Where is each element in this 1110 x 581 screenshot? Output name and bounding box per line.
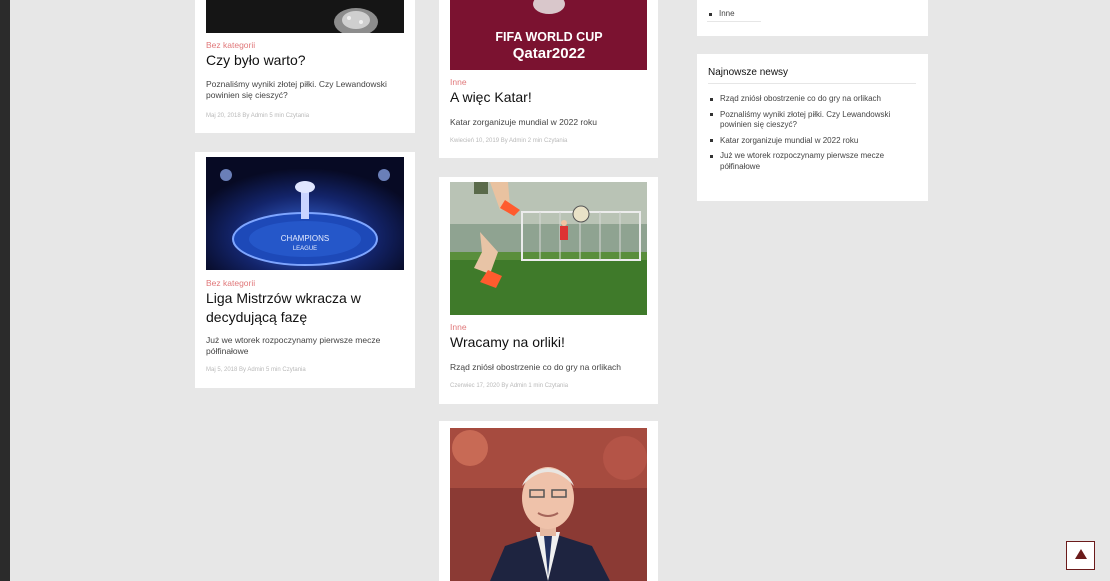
post-thumbnail[interactable]: FIFA WORLD CUP Qatar2022 (450, 0, 647, 70)
divider (708, 83, 916, 84)
post-thumbnail[interactable] (450, 182, 647, 315)
post-meta: Czerwiec 17, 2020 By Admin 1 min Czytani… (450, 383, 569, 389)
post-thumbnail[interactable] (450, 428, 647, 581)
image-caption: CHAMPIONS (281, 234, 329, 243)
latest-news-widget: Najnowsze newsy Rząd zniósł obostrzenie … (697, 54, 928, 201)
image-caption: LEAGUE (293, 246, 317, 252)
post-card: CHAMPIONS LEAGUE Bez kategorii Liga Mist… (195, 152, 415, 388)
post-category[interactable]: Bez kategorii (206, 278, 255, 288)
post-thumbnail[interactable] (206, 0, 404, 33)
post-category[interactable]: Bez kategorii (206, 40, 255, 50)
post-thumbnail[interactable]: CHAMPIONS LEAGUE (206, 157, 404, 270)
widget-title: Najnowsze newsy (708, 67, 789, 78)
latest-news-item[interactable]: Katar zorganizuje mundial w 2022 roku (708, 136, 918, 147)
post-card: Bez kategorii Czy było warto? Poznaliśmy… (195, 0, 415, 133)
post-category[interactable]: Inne (450, 77, 467, 87)
latest-news-item[interactable]: Rząd zniósł obostrzenie co do gry na orl… (708, 94, 918, 105)
post-excerpt: Rząd zniósł obostrzenie co do gry na orl… (450, 362, 622, 372)
post-excerpt: Poznaliśmy wyniki złotej piłki. Czy Lewa… (206, 79, 387, 100)
latest-news-item[interactable]: Poznaliśmy wyniki złotej piłki. Czy Lewa… (708, 110, 918, 131)
post-meta: Maj 20, 2018 By Admin 5 min Czytania (206, 113, 310, 119)
post-meta: Maj 5, 2018 By Admin 5 min Czytania (206, 367, 306, 373)
image-caption: Qatar2022 (513, 45, 586, 62)
post-category[interactable]: Inne (450, 322, 467, 332)
categories-widget: Inne (697, 0, 928, 36)
divider (707, 21, 761, 22)
latest-news-list: Rząd zniósł obostrzenie co do gry na orl… (708, 94, 918, 177)
post-card: Inne Wracamy na orliki! Rząd zniósł obos… (439, 177, 658, 404)
football-pitch-image (450, 182, 647, 315)
category-link-inne[interactable]: Inne (707, 9, 735, 20)
scroll-to-top-button[interactable] (1066, 541, 1095, 570)
post-card (439, 421, 658, 581)
triangle-up-icon (1074, 547, 1088, 565)
post-card: FIFA WORLD CUP Qatar2022 Inne A więc Kat… (439, 0, 658, 158)
post-title[interactable]: A więc Katar! (450, 88, 650, 107)
post-title[interactable]: Liga Mistrzów wkracza w decydującą fazę (206, 289, 396, 327)
image-caption: FIFA WORLD CUP (495, 30, 602, 44)
trophy-image (206, 0, 404, 33)
post-meta: Kwiecień 10, 2019 By Admin 2 min Czytani… (450, 138, 568, 144)
qatar-world-cup-image: FIFA WORLD CUP Qatar2022 (450, 0, 647, 70)
champions-league-image: CHAMPIONS LEAGUE (206, 157, 404, 270)
post-excerpt: Katar zorganizuje mundial w 2022 roku (450, 117, 597, 127)
coach-portrait-image (450, 428, 647, 581)
post-title[interactable]: Wracamy na orliki! (450, 333, 650, 352)
post-title[interactable]: Czy było warto? (206, 51, 406, 70)
page-left-border (0, 0, 10, 581)
post-excerpt: Już we wtorek rozpoczynamy pierwsze mecz… (206, 335, 381, 356)
latest-news-item[interactable]: Już we wtorek rozpoczynamy pierwsze mecz… (708, 151, 918, 172)
categories-list: Inne (707, 9, 735, 25)
